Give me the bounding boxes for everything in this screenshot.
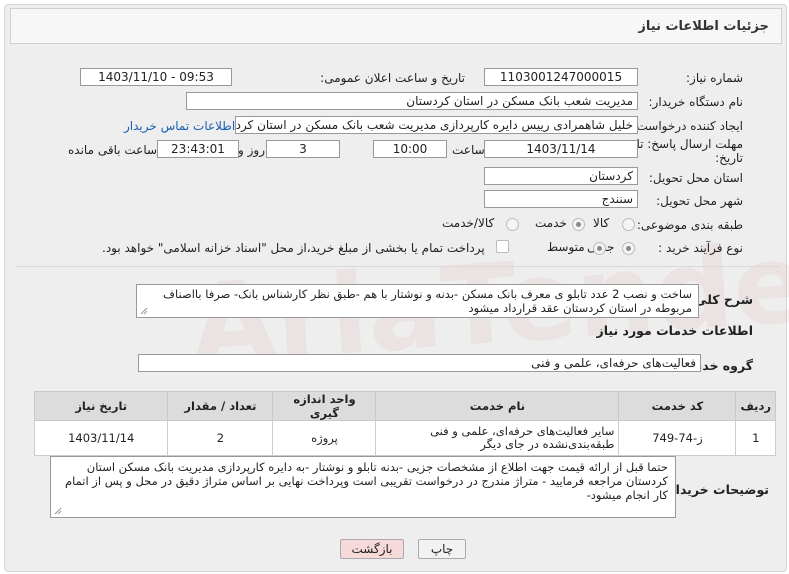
resize-grip-icon[interactable] [140,307,148,315]
category-goods-service-label: کالا/خدمت [442,216,495,230]
buyer-notes-textarea[interactable]: حتما قبل از ارائه قیمت جهت اطلاع از مشخص… [50,456,676,518]
services-section-title: اطلاعات خدمات مورد نیاز [596,323,754,338]
buyer-org-label: نام دستگاه خریدار: [648,95,744,109]
buyer-org-field[interactable]: مدیریت شعب بانک مسکن در استان کردستان [186,92,638,110]
request-creator-label: ایجاد کننده درخواست: [632,119,743,133]
need-number-label: شماره نیاز: [686,71,743,85]
category-goods-label: کالا [593,216,610,230]
category-label: طبقه بندی موضوعی: [636,218,743,232]
col-header-row-number: ردیف [735,391,776,421]
category-service-radio[interactable] [572,218,585,231]
remaining-time-field[interactable]: 23:43:01 [157,140,239,158]
col-header-need-date: تاریخ نیاز [33,391,169,421]
category-service-label: خدمت [535,216,567,230]
delivery-province-label: استان محل تحویل: [648,171,743,185]
buyer-contact-link[interactable]: اطلاعات تماس خریدار [124,119,235,133]
request-creator-field[interactable]: خلیل شاهمرادی رییس دایره کارپردازی مدیری… [235,116,638,134]
cell-need-date: 1403/11/14 [33,420,169,456]
summary-text: ساخت و نصب 2 عدد تابلو ی معرف بانک مسکن … [163,287,692,315]
back-button[interactable]: بازگشت [340,539,404,559]
remaining-time-label: ساعت باقی مانده [68,143,158,157]
announce-datetime-field[interactable]: 1403/11/10 - 09:53 [80,68,232,86]
table-header-row: ردیف کد خدمت نام خدمت واحد اندازه گیری ت… [33,391,776,421]
delivery-province-field[interactable]: کردستان [484,167,638,185]
cell-service-name: سایر فعالیت‌های حرفه‌ای، علمی و فنی طبقه… [375,420,620,456]
divider [16,266,780,267]
col-header-service-name: نام خدمت [375,391,620,421]
service-group-field[interactable]: فعالیت‌های حرفه‌ای، علمی و فنی [138,354,701,372]
process-partial-radio[interactable] [622,242,635,255]
remaining-days-field[interactable]: 3 [266,140,340,158]
services-table: ردیف کد خدمت نام خدمت واحد اندازه گیری ت… [33,391,776,456]
col-header-unit: واحد اندازه گیری [272,391,377,421]
panel-header: جزئیات اطلاعات نیاز [10,8,782,44]
summary-textarea[interactable]: ساخت و نصب 2 عدد تابلو ی معرف بانک مسکن … [136,284,699,318]
cell-row-number: 1 [735,420,776,456]
process-medium-label: متوسط [547,240,585,254]
delivery-city-field[interactable]: سنندج [484,190,638,208]
category-goods-radio[interactable] [622,218,635,231]
deadline-time-field[interactable]: 10:00 [373,140,447,158]
delivery-city-label: شهر محل تحویل: [656,194,743,208]
cell-service-code: ز-74-749 [618,420,737,456]
page-title: جزئیات اطلاعات نیاز [638,19,769,34]
buyer-notes-label: توضیحات خریدار: [663,482,769,497]
remaining-days-label: روز و [238,143,265,157]
need-number-field[interactable]: 1103001247000015 [484,68,638,86]
process-medium-radio[interactable] [593,242,606,255]
deadline-time-label: ساعت [452,143,485,157]
treasury-payment-checkbox[interactable] [496,240,509,253]
cell-unit: پروژه [272,420,377,456]
deadline-label-date: تاریخ: [715,151,743,165]
treasury-payment-note: پرداخت تمام یا بخشی از مبلغ خرید،از محل … [102,241,485,255]
announce-datetime-label: تاریخ و ساعت اعلان عمومی: [320,71,465,85]
deadline-label: مهلت ارسال پاسخ: تا [636,137,743,151]
col-header-quantity: تعداد / مقدار [167,391,274,421]
cell-quantity: 2 [167,420,274,456]
category-goods-service-radio[interactable] [506,218,519,231]
print-button[interactable]: چاپ [418,539,466,559]
deadline-date-field[interactable]: 1403/11/14 [484,140,638,158]
col-header-service-code: کد خدمت [618,391,737,421]
buyer-notes-text: حتما قبل از ارائه قیمت جهت اطلاع از مشخص… [64,460,668,502]
purchase-process-label: نوع فرآیند خرید : [658,241,743,255]
table-row: 1 ز-74-749 سایر فعالیت‌های حرفه‌ای، علمی… [33,420,776,456]
resize-grip-icon[interactable] [54,507,62,515]
